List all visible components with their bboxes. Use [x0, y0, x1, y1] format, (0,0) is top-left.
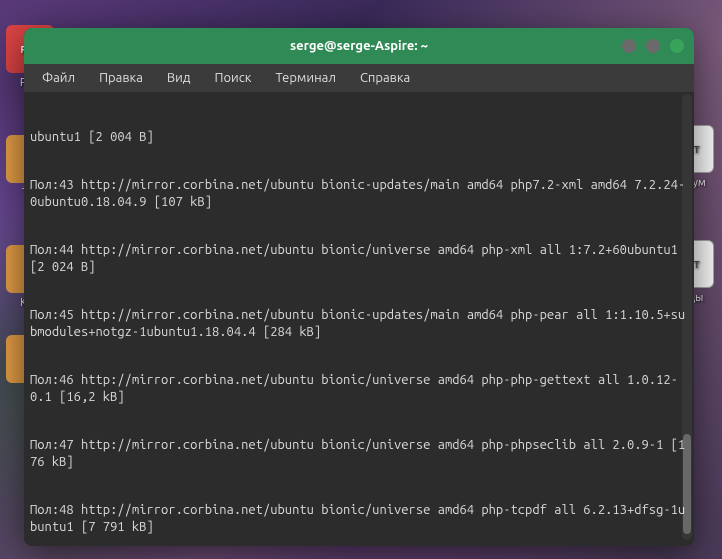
- terminal-output[interactable]: ubuntu1 [2 004 B] Пол:43 http://mirror.c…: [24, 92, 694, 546]
- maximize-icon[interactable]: [646, 39, 660, 53]
- window-controls: [622, 39, 684, 53]
- terminal-line: Пол:46 http://mirror.corbina.net/ubuntu …: [30, 372, 688, 405]
- scrollbar-thumb[interactable]: [683, 434, 691, 534]
- titlebar[interactable]: serge@serge-Aspire: ~: [24, 28, 694, 64]
- menu-file[interactable]: Файл: [32, 67, 85, 89]
- menubar: Файл Правка Вид Поиск Терминал Справка: [24, 64, 694, 92]
- menu-view[interactable]: Вид: [157, 67, 201, 89]
- close-icon[interactable]: [670, 39, 684, 53]
- terminal-line: Пол:47 http://mirror.corbina.net/ubuntu …: [30, 437, 688, 470]
- window-title: serge@serge-Aspire: ~: [24, 39, 694, 53]
- terminal-line: Пол:48 http://mirror.corbina.net/ubuntu …: [30, 502, 688, 535]
- minimize-icon[interactable]: [622, 39, 636, 53]
- terminal-window: serge@serge-Aspire: ~ Файл Правка Вид По…: [24, 28, 694, 546]
- scrollbar[interactable]: [682, 94, 692, 540]
- terminal-line: Пол:43 http://mirror.corbina.net/ubuntu …: [30, 177, 688, 210]
- menu-terminal[interactable]: Терминал: [265, 67, 345, 89]
- terminal-line: Пол:44 http://mirror.corbina.net/ubuntu …: [30, 242, 688, 275]
- menu-edit[interactable]: Правка: [89, 67, 153, 89]
- menu-help[interactable]: Справка: [350, 67, 420, 89]
- terminal-line: ubuntu1 [2 004 B]: [30, 129, 688, 145]
- terminal-line: Пол:45 http://mirror.corbina.net/ubuntu …: [30, 307, 688, 340]
- menu-search[interactable]: Поиск: [204, 67, 261, 89]
